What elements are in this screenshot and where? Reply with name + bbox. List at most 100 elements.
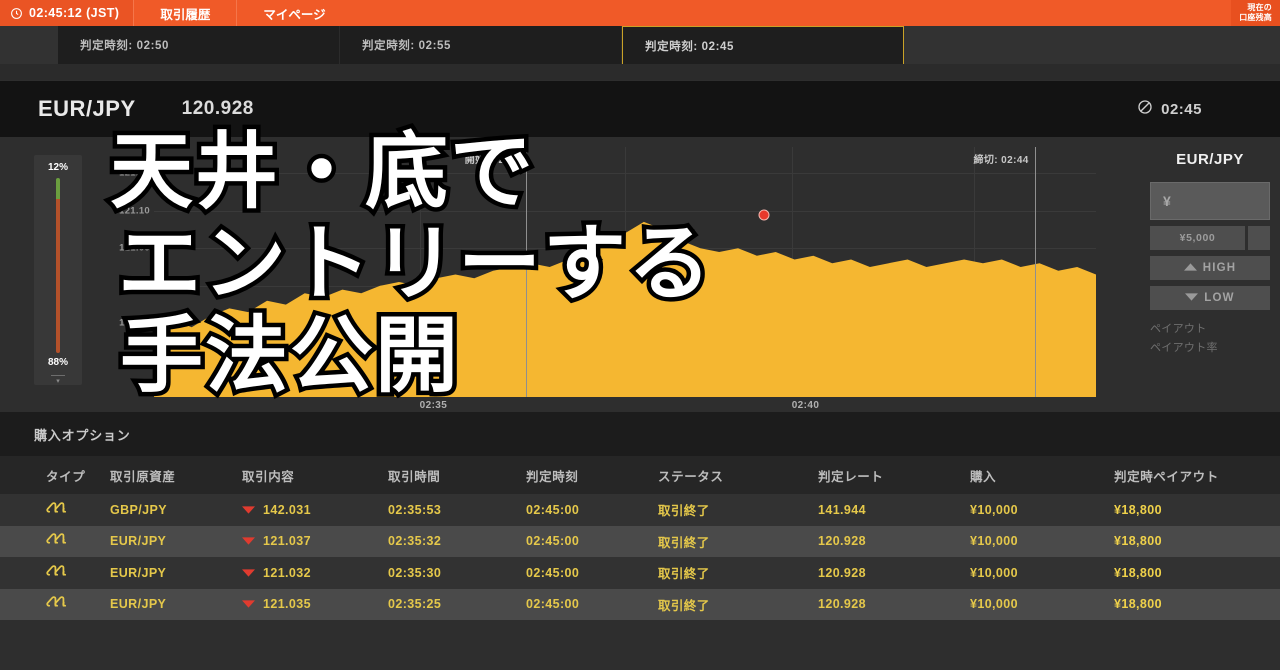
instrument-countdown: 02:45 (1137, 99, 1202, 119)
cell-judge-rate: 120.928 (818, 557, 970, 589)
expiry-tab-0255[interactable]: 判定時刻: 02:55 (340, 26, 622, 64)
sentiment-high-percent: 12% (48, 162, 68, 173)
chart-x-tick: 02:35 (420, 400, 448, 411)
cell-type (0, 557, 110, 589)
col-header-trade-time: 取引時間 (388, 456, 526, 494)
col-header-expiry-time: 判定時刻 (526, 456, 658, 494)
cell-payout: ¥18,800 (1114, 494, 1280, 526)
order-panel-title: EUR/JPY (1150, 151, 1270, 168)
order-quick-amount-row: ¥5,000 (1150, 226, 1270, 250)
current-price-marker (759, 210, 770, 221)
table-row[interactable]: EUR/JPY121.03702:35:3202:45:00取引終了120.92… (0, 526, 1280, 558)
table-header-row: タイプ 取引原資産 取引内容 取引時間 判定時刻 ステータス 判定レート 購入 … (0, 456, 1280, 494)
order-high-label: HIGH (1203, 262, 1237, 274)
cell-purchase: ¥10,000 (970, 589, 1114, 621)
cell-expiry-time: 02:45:00 (526, 557, 658, 589)
chart-x-tick: 02:40 (792, 400, 820, 411)
sentiment-gauge-tick (51, 375, 65, 376)
order-payout-rate-label: ペイアウト率 (1150, 339, 1270, 358)
order-low-button[interactable]: LOW (1150, 286, 1270, 310)
account-balance-widget[interactable]: 現在の 口座残高 (1231, 0, 1280, 26)
nav-item-mypage[interactable]: マイページ (236, 0, 351, 26)
cell-entry-rate: 121.035 (263, 597, 311, 611)
col-header-status: ステータス (658, 456, 818, 494)
order-high-button[interactable]: HIGH (1150, 256, 1270, 280)
turbo-icon (46, 568, 70, 582)
sentiment-low-percent: 88% (48, 357, 68, 368)
chevron-down-icon: ▾ (56, 379, 60, 385)
cell-payout: ¥18,800 (1114, 557, 1280, 589)
cell-entry-rate: 121.037 (263, 534, 311, 548)
cell-trade-time: 02:35:25 (388, 589, 526, 621)
expiry-tab-0250[interactable]: 判定時刻: 02:50 (58, 26, 340, 64)
chart-y-tick: 120.90 (119, 280, 150, 291)
table-row[interactable]: EUR/JPY121.03202:35:3002:45:00取引終了120.92… (0, 557, 1280, 589)
cell-payout: ¥18,800 (1114, 589, 1280, 621)
turbo-icon (46, 505, 70, 519)
col-header-content: 取引内容 (242, 456, 388, 494)
instrument-rate: 120.928 (182, 98, 254, 120)
order-amount-placeholder: ¥ (1163, 193, 1171, 209)
cell-content: 121.032 (242, 557, 388, 589)
expiry-tab-0245[interactable]: 判定時刻: 02:45 (622, 26, 904, 64)
table-row[interactable]: GBP/JPY142.03102:35:5302:45:00取引終了141.94… (0, 494, 1280, 526)
chart-y-tick: 121.20 (119, 168, 150, 179)
cell-content: 121.037 (242, 526, 388, 558)
cell-content: 142.031 (242, 494, 388, 526)
chart-close-label: 締切: 02:44 (973, 151, 1034, 166)
order-quick-amount-button[interactable]: ¥5,000 (1150, 226, 1245, 250)
cell-expiry-time: 02:45:00 (526, 589, 658, 621)
cell-trade-time: 02:35:53 (388, 494, 526, 526)
trade-history-head: タイプ 取引原資産 取引内容 取引時間 判定時刻 ステータス 判定レート 購入 … (0, 456, 1280, 494)
order-payout-info: ペイアウト ペイアウト率 (1150, 320, 1270, 357)
col-header-payout: 判定時ペイアウト (1114, 456, 1280, 494)
col-header-type: タイプ (0, 456, 110, 494)
cell-payout: ¥18,800 (1114, 526, 1280, 558)
table-row[interactable]: EUR/JPY121.03502:35:2502:45:00取引終了120.92… (0, 589, 1280, 621)
order-quick-amount-more-button[interactable] (1248, 226, 1270, 250)
cell-purchase: ¥10,000 (970, 557, 1114, 589)
chart-start-label: 開始: 02:30 (465, 151, 526, 166)
caret-down-icon (1185, 292, 1198, 304)
order-entry-panel: EUR/JPY ¥ ¥5,000 HIGH LOW ペイアウト ペイ (1140, 137, 1280, 412)
chart-y-tick: 120.80 (119, 318, 150, 329)
order-amount-input[interactable]: ¥ (1150, 182, 1270, 220)
cell-asset: EUR/JPY (110, 526, 242, 558)
trade-history-table-wrap: タイプ 取引原資産 取引内容 取引時間 判定時刻 ステータス 判定レート 購入 … (0, 456, 1280, 670)
col-header-asset: 取引原資産 (110, 456, 242, 494)
chart-y-tick: 121.10 (119, 205, 150, 216)
cell-judge-rate: 120.928 (818, 589, 970, 621)
turbo-icon (46, 536, 70, 550)
order-payout-label: ペイアウト (1150, 320, 1270, 339)
clock-icon (10, 7, 23, 20)
cell-content: 121.035 (242, 589, 388, 621)
cell-purchase: ¥10,000 (970, 494, 1114, 526)
cell-trade-time: 02:35:30 (388, 557, 526, 589)
instrument-header: EUR/JPY 120.928 02:45 (0, 80, 1280, 137)
cell-type (0, 494, 110, 526)
sentiment-gauge: 12% 88% ▾ (34, 155, 82, 385)
expiry-tab-0250-label: 判定時刻: 02:50 (80, 37, 169, 53)
order-low-label: LOW (1204, 292, 1234, 304)
chart-series-area (154, 147, 1096, 397)
account-balance-caption-1: 現在の (1247, 3, 1272, 13)
order-quick-amount-label: ¥5,000 (1180, 232, 1216, 244)
cell-expiry-time: 02:45:00 (526, 526, 658, 558)
purchase-options-label: 購入オプション (34, 425, 131, 444)
cell-asset: EUR/JPY (110, 557, 242, 589)
turbo-icon (46, 599, 70, 613)
chart-y-tick: 121.00 (119, 243, 150, 254)
cell-entry-rate: 142.031 (263, 503, 311, 517)
sentiment-gauge-bar (56, 178, 60, 353)
caret-down-icon (242, 566, 255, 580)
expiry-tabs: 判定時刻: 02:50 判定時刻: 02:55 判定時刻: 02:45 (0, 26, 1280, 64)
price-chart-panel: 12% 88% ▾ 121.20 121.10 121.00 120.90 120.80… (0, 137, 1140, 412)
chart-y-axis-labels: 121.20 121.10 121.00 120.90 120.80 120.70 (96, 147, 154, 397)
col-header-judge-rate: 判定レート (818, 456, 970, 494)
cell-status: 取引終了 (658, 494, 818, 526)
chart-plot-area: 121.20 121.10 121.00 120.90 120.80 120.70 開始:… (96, 147, 1096, 397)
nav-item-trade-history[interactable]: 取引履歴 (133, 0, 236, 26)
chart-y-tick: 120.70 (119, 356, 150, 367)
expiry-tab-0255-label: 判定時刻: 02:55 (362, 37, 451, 53)
caret-down-icon (242, 503, 255, 517)
